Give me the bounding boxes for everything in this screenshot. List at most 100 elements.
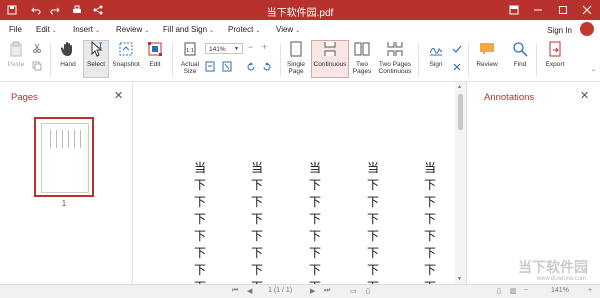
chevron-down-icon: ⌄ <box>295 28 301 34</box>
menu-protect[interactable]: Protect ⌄ <box>228 25 260 34</box>
paste-button[interactable]: Paste <box>5 41 27 68</box>
checkmark-icon[interactable] <box>452 44 462 56</box>
menu-file[interactable]: File <box>9 25 22 34</box>
status-two-pages-icon[interactable]: ▥ <box>510 287 517 295</box>
document-text-line: 下 <box>251 212 264 226</box>
close-icon[interactable]: ✕ <box>114 89 123 102</box>
status-single-page-icon[interactable]: ▯ <box>497 287 501 295</box>
menu-insert[interactable]: Insert ⌄ <box>73 25 100 34</box>
status-zoom-in-icon[interactable]: + <box>588 287 592 294</box>
pages-panel-title: Pages <box>11 92 38 103</box>
close-window-icon[interactable] <box>580 3 594 17</box>
menu-protect-label: Protect <box>228 25 254 34</box>
scroll-up-icon[interactable]: ▲ <box>457 84 462 90</box>
sign-label: Sign <box>429 61 443 68</box>
single-page-button[interactable]: Single Page <box>284 41 308 75</box>
fit-width-icon[interactable] <box>205 61 215 74</box>
sign-in-link[interactable]: Sign In <box>547 26 572 35</box>
document-text-line: 下 <box>309 212 322 226</box>
find-button[interactable]: Find <box>510 41 530 68</box>
thumbnail-text-line <box>56 130 57 148</box>
document-text-line: 下 <box>251 246 264 260</box>
previous-page-icon[interactable]: ◀ <box>247 287 252 295</box>
signature-icon <box>428 41 444 57</box>
document-view[interactable] <box>133 82 466 284</box>
document-text-line: 下 <box>309 246 322 260</box>
avatar[interactable] <box>580 22 594 36</box>
document-text-column: 当下下下下下下下 <box>424 160 436 296</box>
hand-tool-button[interactable]: Hand <box>57 41 79 68</box>
status-zoom-value: 141% <box>551 287 569 294</box>
zoom-value: 141% <box>209 46 226 53</box>
rotate-left-icon[interactable] <box>246 62 256 74</box>
annotations-panel: Annotations ✕ <box>466 82 600 284</box>
select-label: Select <box>86 61 106 68</box>
page-view-icon[interactable]: ▭ <box>350 287 357 295</box>
thumbnail-frame <box>34 117 94 197</box>
menu-fill-and-sign[interactable]: Fill and Sign ⌄ <box>163 25 214 34</box>
minimize-icon[interactable] <box>531 3 545 17</box>
find-label: Find <box>513 61 527 68</box>
vertical-scrollbar[interactable]: ▲ ▼ <box>455 82 466 284</box>
menu-bar: File Edit ⌄ Insert ⌄ Review ⌄ Fill and Sign… <box>0 20 600 39</box>
review-label: Review <box>476 61 498 68</box>
review-button[interactable]: Review <box>475 41 499 68</box>
document-text-column: 当下下下下下下下 <box>367 160 379 296</box>
edit-button[interactable]: Edit <box>145 41 165 68</box>
page-thumbnail[interactable]: 1 <box>34 117 94 275</box>
document-text-line: 下 <box>424 229 437 243</box>
first-page-icon[interactable]: ⏮ <box>232 287 238 295</box>
single-page-icon <box>288 41 304 57</box>
status-zoom-out-icon[interactable]: − <box>524 287 528 294</box>
menu-edit[interactable]: Edit ⌄ <box>36 25 57 34</box>
actual-size-button[interactable]: 1:1 Actual Size <box>178 41 202 75</box>
document-text-line: 下 <box>424 178 437 192</box>
document-text-line: 下 <box>251 195 264 209</box>
maximize-icon[interactable] <box>556 3 570 17</box>
select-tool-button[interactable]: Select <box>83 40 109 78</box>
thumbnail-text-line <box>62 130 63 148</box>
snapshot-icon <box>118 41 134 57</box>
menu-file-label: File <box>9 25 22 34</box>
two-pages-button[interactable]: Two Pages <box>350 41 374 75</box>
thumbnail-text-line <box>50 130 51 148</box>
menu-fill-and-sign-label: Fill and Sign <box>163 25 208 34</box>
zoom-in-icon[interactable]: + <box>262 42 267 52</box>
rotate-right-icon[interactable] <box>262 62 272 74</box>
thumbnail-page <box>41 123 89 193</box>
close-icon[interactable]: ✕ <box>580 89 589 102</box>
zoom-out-icon[interactable]: − <box>248 42 253 52</box>
thumbnail-text-line <box>74 130 75 148</box>
document-text-line: 下 <box>309 229 322 243</box>
scroll-down-icon[interactable]: ▼ <box>457 276 462 282</box>
ribbon-toggle-icon[interactable] <box>507 3 521 17</box>
snapshot-button[interactable]: Snapshot <box>111 41 141 68</box>
last-page-icon[interactable]: ⏭ <box>324 287 330 295</box>
snapshot-label: Snapshot <box>112 61 140 68</box>
document-text-line: 下 <box>367 212 380 226</box>
two-pages-continuous-icon <box>387 41 403 57</box>
document-text-line: 当 <box>367 161 380 175</box>
separator <box>280 43 281 77</box>
continuous-button[interactable]: Continuous <box>311 40 349 78</box>
menu-review[interactable]: Review ⌄ <box>116 25 149 34</box>
document-text-line: 当 <box>309 161 322 175</box>
cross-icon[interactable] <box>452 62 462 74</box>
next-page-icon[interactable]: ▶ <box>310 287 315 295</box>
menu-view-label: View <box>276 25 294 34</box>
scrollbar-thumb[interactable] <box>458 94 463 130</box>
title-bar: 当下软件园.pdf <box>0 0 600 20</box>
sign-button[interactable]: Sign <box>424 41 448 68</box>
edit-object-icon <box>147 41 163 57</box>
menu-view[interactable]: View ⌄ <box>276 25 300 34</box>
copy-icon[interactable] <box>32 61 42 73</box>
export-button[interactable]: Export <box>542 41 568 68</box>
page-fit-icon[interactable]: ▯ <box>366 287 370 295</box>
zoom-input[interactable]: 141% ▼ <box>205 43 243 54</box>
page-indicator[interactable]: 1 (1 / 1) <box>268 287 292 294</box>
collapse-ribbon-icon[interactable]: ⌃ <box>591 69 596 76</box>
document-text-line: 下 <box>251 229 264 243</box>
fit-page-icon[interactable] <box>222 61 232 74</box>
cut-icon[interactable] <box>32 43 42 55</box>
two-pages-continuous-button[interactable]: Two Pages Continuous <box>377 41 413 75</box>
